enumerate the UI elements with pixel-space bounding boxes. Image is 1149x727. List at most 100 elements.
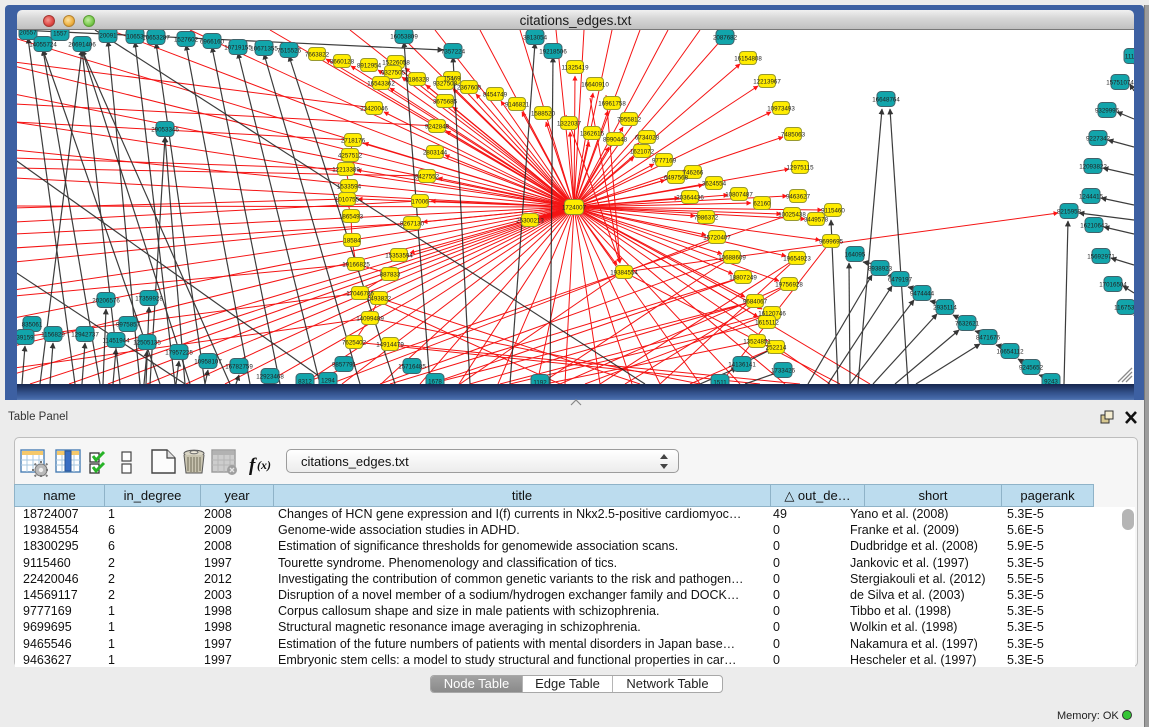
svg-text:9227342: 9227342 (1086, 136, 1111, 143)
svg-text:14055724: 14055724 (29, 42, 57, 49)
svg-text:15226058: 15226058 (382, 60, 410, 67)
svg-text:9329996: 9329996 (1095, 108, 1120, 115)
svg-text:11451944: 11451944 (102, 338, 130, 345)
svg-text:16154808: 16154808 (734, 56, 762, 63)
svg-text:(x): (x) (257, 458, 271, 472)
svg-text:7357224: 7357224 (441, 49, 466, 56)
svg-text:12213967: 12213967 (753, 79, 781, 86)
svg-text:17957225: 17957225 (165, 350, 193, 357)
svg-text:9327505: 9327505 (381, 70, 406, 77)
svg-text:10973493: 10973493 (767, 106, 795, 113)
svg-text:8912954: 8912954 (357, 63, 382, 70)
svg-text:10671355: 10671355 (250, 46, 278, 53)
svg-text:16543362: 16543362 (367, 81, 395, 88)
svg-text:19654923: 19654923 (783, 256, 811, 263)
svg-text:19384554: 19384554 (610, 270, 638, 277)
svg-text:12975115: 12975115 (786, 165, 814, 172)
svg-text:29053346: 29053346 (151, 127, 179, 134)
svg-text:15353594: 15353594 (385, 253, 413, 260)
svg-text:1588520: 1588520 (531, 111, 556, 118)
svg-text:746266: 746266 (683, 170, 704, 177)
svg-text:7625402: 7625402 (342, 340, 367, 347)
svg-text:12942737: 12942737 (71, 332, 99, 339)
svg-text:18584: 18584 (343, 238, 361, 245)
svg-text:7955812: 7955812 (617, 117, 642, 124)
svg-text:14099489: 14099489 (356, 316, 384, 323)
svg-text:1557: 1557 (53, 31, 67, 38)
svg-text:6734028: 6734028 (635, 135, 660, 142)
svg-text:1621072: 1621072 (630, 149, 655, 156)
svg-text:3675685: 3675685 (433, 99, 458, 106)
svg-text:20091: 20091 (99, 33, 117, 40)
svg-text:1322037: 1322037 (557, 121, 582, 128)
svg-text:16648764: 16648764 (872, 97, 900, 104)
svg-text:2803144: 2803144 (423, 150, 448, 157)
svg-text:10807487: 10807487 (725, 192, 753, 199)
svg-text:1156829: 1156829 (41, 332, 65, 339)
svg-text:164095: 164095 (845, 252, 866, 259)
svg-text:17006: 17006 (411, 199, 429, 206)
svg-text:20364436: 20364436 (676, 195, 704, 202)
svg-text:39159: 39159 (17, 335, 34, 342)
svg-text:2087682: 2087682 (713, 35, 738, 42)
svg-text:10654112: 10654112 (996, 349, 1024, 356)
svg-text:3813054: 3813054 (523, 35, 548, 42)
svg-text:1493822: 1493822 (367, 296, 392, 303)
svg-text:10688609: 10688609 (718, 255, 746, 262)
svg-text:7485063: 7485063 (781, 132, 806, 139)
svg-text:8267130: 8267130 (400, 221, 425, 228)
svg-text:887833: 887833 (380, 272, 401, 279)
svg-text:9699695: 9699695 (819, 239, 844, 246)
svg-text:2367608: 2367608 (457, 85, 482, 92)
svg-text:14136141: 14136141 (728, 362, 756, 369)
svg-text:835061: 835061 (22, 322, 43, 329)
svg-text:25300213: 25300213 (516, 218, 544, 225)
svg-text:20557: 20557 (19, 30, 37, 37)
svg-text:19756928: 19756928 (775, 282, 803, 289)
svg-text:9146821: 9146821 (505, 102, 530, 109)
svg-text:3624554: 3624554 (702, 181, 727, 188)
svg-text:16053809: 16053809 (390, 34, 418, 41)
svg-text:4257512: 4257512 (338, 153, 363, 160)
svg-text:8215958: 8215958 (1057, 209, 1082, 216)
svg-text:15720407: 15720407 (703, 235, 731, 242)
svg-text:7515526: 7515526 (277, 48, 302, 55)
svg-text:9327508: 9327508 (433, 81, 458, 88)
svg-text:23420046: 23420046 (360, 106, 388, 113)
svg-text:16782759: 16782759 (225, 364, 253, 371)
svg-text:9245652: 9245652 (1019, 365, 1044, 372)
svg-text:15716485: 15716485 (398, 364, 426, 371)
svg-text:3449578: 3449578 (804, 217, 829, 224)
svg-text:1533594: 1533594 (337, 184, 362, 191)
svg-text:19166825: 19166825 (342, 262, 370, 269)
svg-text:1010755: 1010755 (335, 197, 360, 204)
svg-text:1362615: 1362615 (580, 131, 605, 138)
svg-text:1615112: 1615112 (755, 320, 779, 327)
svg-text:1167534: 1167534 (1114, 305, 1134, 312)
svg-text:9975857: 9975857 (116, 322, 141, 329)
svg-text:20206576: 20206576 (92, 298, 120, 305)
svg-text:12505135: 12505135 (133, 340, 161, 347)
svg-text:17016504: 17016504 (1099, 282, 1127, 289)
svg-text:8427552: 8427552 (415, 174, 440, 181)
svg-text:f: f (249, 455, 257, 476)
svg-text:10958107: 10958107 (194, 359, 222, 366)
svg-text:8454749: 8454749 (483, 92, 508, 99)
svg-text:7986372: 7986372 (694, 215, 719, 222)
svg-text:16210643: 16210643 (1080, 223, 1108, 230)
svg-text:2935114: 2935114 (933, 305, 957, 312)
svg-text:10653287: 10653287 (142, 35, 170, 42)
svg-text:17359928: 17359928 (135, 296, 163, 303)
svg-text:12213389: 12213389 (332, 167, 360, 174)
svg-text:8471676: 8471676 (976, 335, 1001, 342)
svg-text:20691406: 20691406 (68, 42, 96, 49)
svg-text:15692971: 15692971 (1087, 254, 1115, 261)
svg-text:8938923: 8938923 (868, 266, 893, 273)
svg-text:6966160: 6966160 (200, 39, 225, 46)
svg-text:62160: 62160 (753, 201, 771, 208)
svg-text:9115460: 9115460 (821, 208, 845, 215)
svg-text:15751074: 15751074 (1106, 80, 1134, 87)
svg-text:14914479: 14914479 (376, 342, 404, 349)
svg-text:10025438: 10025438 (778, 212, 806, 219)
svg-text:16640910: 16640910 (581, 82, 609, 89)
